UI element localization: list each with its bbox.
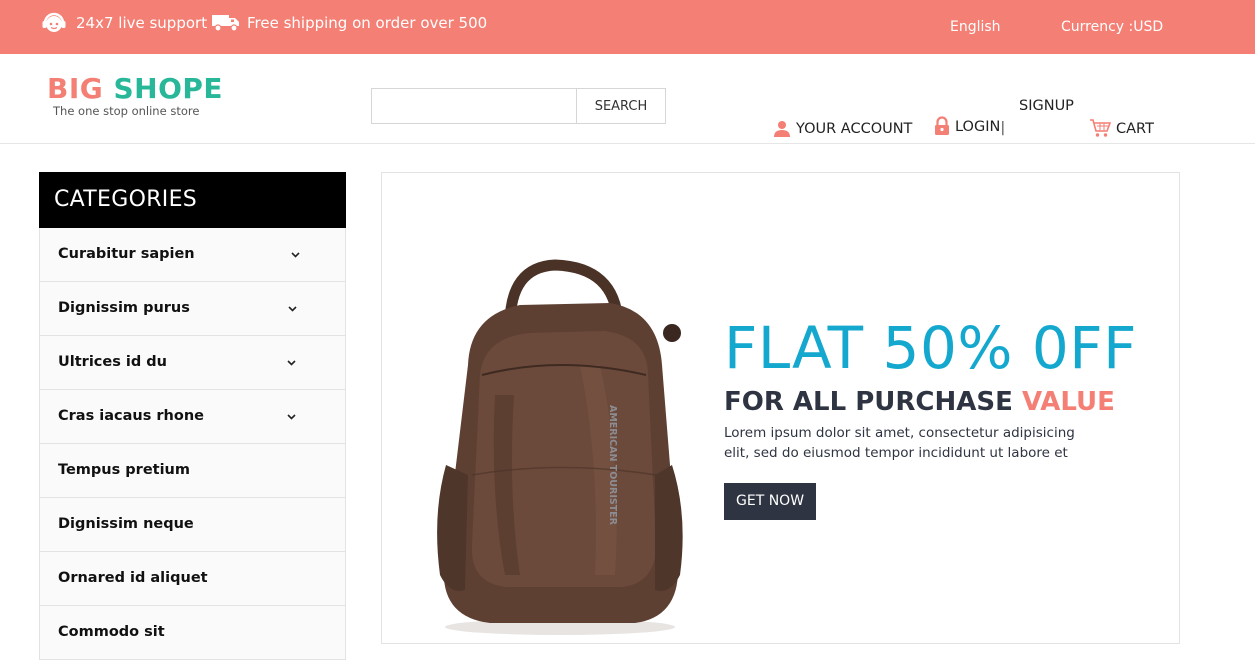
lock-icon xyxy=(935,116,949,135)
category-item[interactable]: Curabitur sapien xyxy=(40,228,345,282)
promo-content: FLAT 50% 0FF FOR ALL PURCHASE VALUE Lore… xyxy=(724,317,1164,520)
cart-label: CART xyxy=(1116,121,1154,137)
chevron-down-icon[interactable] xyxy=(287,303,298,314)
cart-link[interactable]: CART xyxy=(1089,98,1154,138)
category-item[interactable]: Ornared id aliquet xyxy=(40,552,345,606)
logo-title: BIG SHOPE xyxy=(47,72,223,106)
category-label: Commodo sit xyxy=(58,624,165,640)
category-label: Dignissim neque xyxy=(58,516,194,532)
live-support[interactable]: 24x7 live support xyxy=(40,0,207,50)
promo-subheadline: FOR ALL PURCHASE VALUE xyxy=(724,387,1164,417)
currency-selector[interactable]: Currency :USD xyxy=(1061,0,1163,54)
top-bar: 24x7 live support Free shipping on order… xyxy=(0,0,1255,54)
category-item[interactable]: Commodo sit xyxy=(40,606,345,660)
logo-tagline: The one stop online store xyxy=(53,104,200,118)
chevron-down-icon[interactable] xyxy=(286,411,297,422)
get-now-button[interactable]: GET NOW xyxy=(724,483,817,520)
category-label: Tempus pretium xyxy=(58,462,190,478)
search-bar: SEARCH xyxy=(371,88,666,124)
chevron-down-icon[interactable] xyxy=(286,357,297,368)
category-label: Ornared id aliquet xyxy=(58,570,208,586)
backpack-image: AMERICAN TOURISTER xyxy=(437,259,683,635)
search-input[interactable] xyxy=(371,88,576,124)
live-support-label: 24x7 live support xyxy=(76,14,208,32)
category-item[interactable]: Tempus pretium xyxy=(40,444,345,498)
nav-separator: | xyxy=(1000,120,1006,136)
category-list: Curabitur sapien Dignissim purus Ultrice… xyxy=(39,228,346,660)
categories-sidebar: CATEGORIES Curabitur sapien Dignissim pu… xyxy=(39,172,346,660)
free-shipping[interactable]: Free shipping on order over 500 xyxy=(211,0,487,50)
category-item[interactable]: Cras iacaus rhone xyxy=(40,390,345,444)
free-shipping-label: Free shipping on order over 500 xyxy=(247,14,488,32)
your-account-label: YOUR ACCOUNT xyxy=(796,121,913,137)
promo-banner: AMERICAN TOURISTER FLAT 50% 0FF FOR ALL … xyxy=(381,172,1180,644)
categories-title: CATEGORIES xyxy=(39,172,346,228)
headset-icon xyxy=(42,12,66,32)
promo-subheadline-text: FOR ALL PURCHASE xyxy=(724,387,1022,417)
language-selector[interactable]: English xyxy=(950,0,1001,54)
category-item[interactable]: Dignissim purus xyxy=(40,282,345,336)
login-label: LOGIN xyxy=(955,119,1001,135)
cart-icon xyxy=(1090,119,1111,137)
category-label: Dignissim purus xyxy=(58,300,190,316)
category-item[interactable]: Dignissim neque xyxy=(40,498,345,552)
logo-shope: SHOPE xyxy=(113,72,224,105)
promo-subheadline-highlight: VALUE xyxy=(1021,387,1115,417)
promo-headline: FLAT 50% 0FF xyxy=(724,314,1138,382)
truck-icon xyxy=(212,15,239,32)
user-icon xyxy=(774,121,790,137)
search-button[interactable]: SEARCH xyxy=(576,88,666,124)
signup-link[interactable]: SIGNUP xyxy=(1019,98,1074,138)
login-link[interactable]: LOGIN | xyxy=(934,96,1005,136)
category-label: Curabitur sapien xyxy=(58,246,195,262)
category-label: Ultrices id du xyxy=(58,354,168,370)
category-label: Cras iacaus rhone xyxy=(58,408,204,424)
your-account-link[interactable]: YOUR ACCOUNT xyxy=(773,98,912,138)
chevron-down-icon[interactable] xyxy=(290,249,301,260)
category-item[interactable]: Ultrices id du xyxy=(40,336,345,390)
logo-big: BIG xyxy=(47,72,104,105)
site-header: BIG SHOPE The one stop online store SEAR… xyxy=(0,54,1255,144)
backpack-brand-text: AMERICAN TOURISTER xyxy=(607,405,618,526)
logo[interactable]: BIG SHOPE The one stop online store xyxy=(47,72,223,118)
promo-description: Lorem ipsum dolor sit amet, consectetur … xyxy=(724,425,1075,461)
